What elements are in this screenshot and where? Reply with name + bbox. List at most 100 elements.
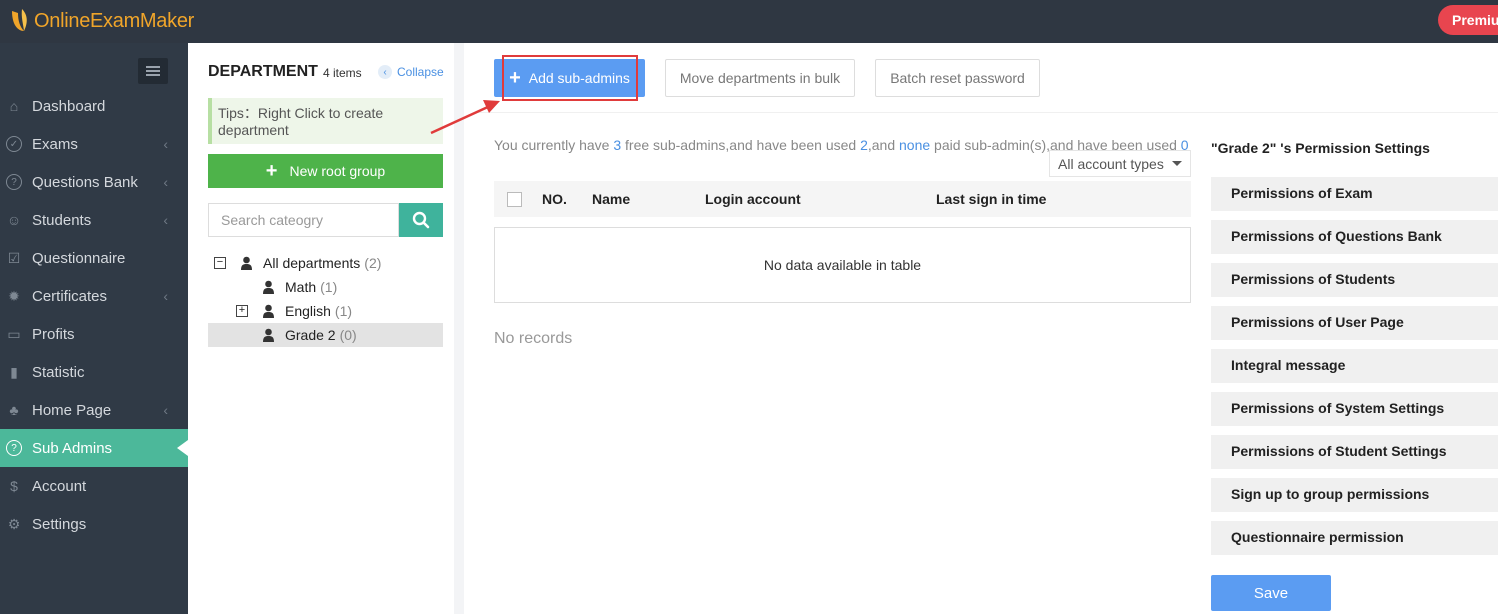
permission-item[interactable]: Integral message: [1211, 349, 1498, 383]
sidebar-item-exams[interactable]: ✓ Exams ‹: [0, 125, 188, 163]
permission-item[interactable]: Permissions of Exam: [1211, 177, 1498, 211]
permission-item[interactable]: Permissions of User Page: [1211, 306, 1498, 340]
chevron-left-icon: ‹: [163, 402, 168, 418]
tree-node-label: Math: [285, 279, 317, 295]
students-icon: ☺: [6, 212, 22, 228]
user-icon: [263, 328, 274, 342]
permission-item[interactable]: Permissions of Students: [1211, 263, 1498, 297]
sidebar-item-questions-bank[interactable]: ? Questions Bank ‹: [0, 163, 188, 201]
question-circle-icon: ?: [6, 174, 22, 190]
user-icon: [241, 256, 252, 270]
table-empty-message: No data available in table: [494, 227, 1191, 303]
collapse-button[interactable]: ‹ Collapse: [378, 65, 444, 79]
column-no: NO.: [542, 191, 567, 207]
sidebar-item-settings[interactable]: ⚙ Settings: [0, 505, 188, 543]
sidebar-item-label: Students: [32, 211, 92, 229]
select-all-checkbox[interactable]: [507, 192, 522, 207]
account-type-select[interactable]: All account types: [1049, 150, 1191, 177]
chevron-left-icon: ‹: [163, 174, 168, 190]
sidebar-item-sub-admins[interactable]: ? Sub Admins: [0, 429, 188, 467]
sidebar-item-label: Profits: [32, 325, 75, 343]
permission-settings-title: "Grade 2" 's Permission Settings: [1211, 140, 1430, 156]
tree-node[interactable]: + English (1): [236, 299, 352, 323]
sidebar-item-label: Sub Admins: [32, 439, 113, 457]
sidebar-item-profits[interactable]: ▭ Profits: [0, 315, 188, 353]
permission-item[interactable]: Sign up to group permissions: [1211, 478, 1498, 512]
sidebar-item-label: Statistic: [32, 363, 85, 381]
table-header: NO. Name Login account Last sign in time: [494, 181, 1191, 217]
chevron-left-icon: ‹: [163, 212, 168, 228]
bar-chart-icon: ▮: [10, 363, 18, 380]
sidebar-item-label: Certificates: [32, 287, 108, 305]
toolbar: + Add sub-admins Move departments in bul…: [474, 43, 1498, 113]
dollar-icon: $: [10, 478, 18, 494]
search-icon: [412, 211, 430, 229]
premium-badge[interactable]: Premium: [1438, 5, 1498, 35]
sidebar-item-statistic[interactable]: ▮ Statistic: [0, 353, 188, 391]
sidebar-item-label: Account: [32, 477, 87, 495]
new-root-group-label: New root group: [289, 163, 386, 179]
tree-node-count: (2): [364, 255, 382, 271]
tree-node-count: (1): [320, 279, 338, 295]
tips-box: Tips：Right Click to create department: [208, 98, 443, 144]
permission-item[interactable]: Permissions of Student Settings: [1211, 435, 1498, 469]
leaf-icon: ♣: [9, 402, 19, 418]
department-title: DEPARTMENT: [208, 63, 318, 80]
save-button[interactable]: Save: [1211, 575, 1331, 611]
caret-down-icon: [1172, 161, 1182, 171]
new-root-group-button[interactable]: + New root group: [208, 154, 443, 188]
gear-icon: ⚙: [7, 515, 21, 532]
batch-reset-password-button[interactable]: Batch reset password: [875, 59, 1040, 97]
sidebar-item-account[interactable]: $ Account: [0, 467, 188, 505]
column-name: Name: [592, 191, 631, 207]
department-panel: DEPARTMENT 4 items ‹ Collapse Tips：Right…: [188, 43, 464, 614]
sidebar-item-label: Home Page: [32, 401, 112, 419]
tree-node-label: All departments: [263, 255, 361, 271]
menu-toggle-icon[interactable]: [138, 58, 168, 84]
tree-node[interactable]: Math (1): [262, 275, 337, 299]
main-content: + Add sub-admins Move departments in bul…: [474, 43, 1498, 614]
sidebar-item-label: Questionnaire: [32, 249, 126, 267]
paid-count: none: [899, 137, 931, 153]
gear-badge-icon: ✹: [8, 287, 20, 304]
card-icon: ▭: [7, 325, 21, 342]
chevron-left-icon: ‹: [378, 65, 392, 79]
permission-item[interactable]: Questionnaire permission: [1211, 521, 1498, 555]
no-records-text: No records: [494, 330, 573, 347]
sidebar-item-label: Questions Bank: [32, 173, 138, 191]
collapse-label: Collapse: [397, 65, 444, 79]
sidebar-item-home-page[interactable]: ♣ Home Page ‹: [0, 391, 188, 429]
sidebar-item-label: Dashboard: [32, 97, 106, 115]
logo[interactable]: OnlineExamMaker: [8, 6, 194, 36]
sidebar-item-students[interactable]: ☺ Students ‹: [0, 201, 188, 239]
column-last-sign-in: Last sign in time: [936, 191, 1047, 207]
check-circle-icon: ✓: [6, 136, 22, 152]
tree-node-count: (1): [334, 303, 353, 319]
user-icon: [263, 304, 274, 318]
move-departments-button[interactable]: Move departments in bulk: [665, 59, 855, 97]
tree-node[interactable]: − All departments (2): [214, 251, 381, 275]
logo-text: OnlineExamMaker: [34, 9, 195, 32]
department-count: 4 items: [323, 66, 362, 80]
tree-node[interactable]: Grade 2 (0): [208, 323, 443, 347]
column-login-account: Login account: [705, 191, 801, 207]
permission-item[interactable]: Permissions of Questions Bank: [1211, 220, 1498, 254]
sidebar-item-questionnaire[interactable]: ☑ Questionnaire: [0, 239, 188, 277]
home-icon: ⌂: [9, 98, 19, 114]
sidebar-item-dashboard[interactable]: ⌂ Dashboard: [0, 87, 188, 125]
permission-item[interactable]: Permissions of System Settings: [1211, 392, 1498, 426]
search-button[interactable]: [399, 203, 443, 237]
sidebar-nav: ⌂ Dashboard ✓ Exams ‹? Questions Bank ‹ ☺ Studen…: [0, 87, 188, 543]
sidebar-item-certificates[interactable]: ✹ Certificates ‹: [0, 277, 188, 315]
sidebar-item-label: Settings: [32, 515, 87, 533]
free-count: 3: [613, 137, 622, 153]
search-category-input[interactable]: Search cateogry: [208, 203, 399, 237]
tree-node-count: (0): [339, 327, 357, 343]
checkbox-icon: ☑: [7, 249, 21, 266]
expand-icon[interactable]: +: [236, 305, 248, 317]
collapse-icon[interactable]: −: [214, 257, 226, 269]
plus-icon: +: [265, 160, 278, 182]
chevron-left-icon: ‹: [163, 288, 168, 304]
highlight-box: [502, 55, 638, 101]
sidebar-item-label: Exams: [32, 135, 78, 153]
